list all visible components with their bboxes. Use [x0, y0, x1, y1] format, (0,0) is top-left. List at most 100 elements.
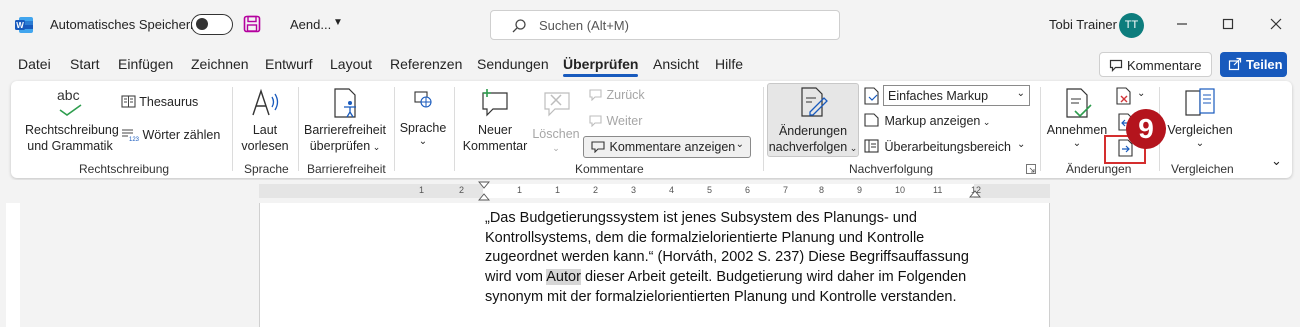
document-body[interactable]: „Das Budgetierungssystem ist jenes Subsy… — [485, 209, 985, 308]
indent-marker-icon[interactable] — [478, 181, 490, 201]
chevron-down-icon[interactable]: ⌄ — [1017, 139, 1025, 150]
document-line: Kontrollsystems, dem die formalzielorien… — [485, 229, 925, 246]
ruler-number: 7 — [783, 185, 789, 195]
document-line: synonym mit der formalzielorientierten P… — [485, 288, 957, 305]
chevron-down-icon: ⌄ — [1072, 138, 1082, 149]
user-name: Tobi Trainer — [1049, 17, 1117, 32]
comments-button-label: Kommentare — [1127, 58, 1202, 73]
share-icon — [1228, 57, 1242, 71]
previous-comment-label: Zurück — [606, 88, 645, 102]
compare-icon — [1185, 88, 1215, 116]
ruler-number: 4 — [669, 185, 675, 195]
chevron-down-icon[interactable]: ▼ — [333, 17, 343, 28]
tab-start[interactable]: Start — [70, 56, 100, 72]
chevron-down-icon: ⌄ — [735, 139, 744, 150]
compare-button[interactable]: Vergleichen ⌄ — [1163, 85, 1237, 157]
chevron-down-icon: ⌄ — [418, 136, 428, 147]
accessibility-check-button[interactable]: Barrierefreiheit überprüfen ⌄ — [303, 85, 387, 157]
document-name[interactable]: Aend... — [290, 17, 331, 32]
comment-icon — [1109, 59, 1123, 72]
show-comments-label: Kommentare anzeigen — [609, 140, 736, 154]
language-icon — [414, 91, 432, 108]
checkmark-icon — [59, 104, 82, 116]
save-icon[interactable] — [243, 15, 261, 33]
tab-hilfe[interactable]: Hilfe — [715, 56, 743, 72]
show-comments-button[interactable]: Kommentare anzeigen ⌄ — [583, 136, 751, 158]
minimize-icon[interactable] — [1170, 12, 1194, 36]
previous-comment-icon — [589, 89, 602, 102]
horizontal-ruler[interactable]: 1 2 1 1 2 3 4 5 6 7 8 9 10 11 12 — [259, 181, 1050, 201]
group-separator — [454, 87, 455, 171]
read-aloud-label-1: Laut — [252, 123, 278, 137]
chevron-down-icon: ⌄ — [1137, 88, 1146, 99]
track-changes-button[interactable]: Änderungen nachverfolgen ⌄ — [767, 83, 859, 157]
tab-einfuegen[interactable]: Einfügen — [118, 56, 173, 72]
right-indent-marker-icon[interactable] — [969, 186, 981, 198]
chevron-down-icon: ⌄ — [1195, 138, 1205, 149]
review-pane-button[interactable]: Überarbeitungsbereich — [863, 139, 1011, 154]
read-aloud-label-2: vorlesen — [241, 139, 289, 153]
ruler-number: 5 — [707, 185, 713, 195]
share-button[interactable]: Teilen — [1220, 52, 1287, 77]
selected-word[interactable]: Autor — [546, 269, 581, 286]
callout-badge: 9 — [1126, 109, 1166, 149]
search-box[interactable]: Suchen (Alt+M) — [490, 10, 840, 40]
ruler-number: 11 — [933, 185, 943, 195]
thesaurus-button[interactable]: Thesaurus — [121, 95, 198, 109]
tab-ansicht[interactable]: Ansicht — [653, 56, 699, 72]
vertical-ruler[interactable] — [6, 203, 20, 327]
group-separator — [763, 87, 764, 171]
new-comment-button[interactable]: Neuer Kommentar — [457, 85, 533, 157]
tab-sendungen[interactable]: Sendungen — [477, 56, 549, 72]
tab-referenzen[interactable]: Referenzen — [390, 56, 462, 72]
track-changes-label-1: Änderungen — [778, 124, 848, 138]
chevron-down-icon: ⌄ — [552, 143, 560, 153]
accessibility-icon — [334, 88, 356, 118]
tab-zeichnen[interactable]: Zeichnen — [191, 56, 249, 72]
next-comment-label: Weiter — [606, 114, 643, 128]
spelling-grammar-button[interactable]: abc Rechtschreibung und Grammatik — [19, 85, 119, 155]
search-placeholder: Suchen (Alt+M) — [539, 18, 629, 33]
group-separator — [232, 87, 233, 171]
dialog-launcher-icon[interactable] — [1026, 164, 1036, 174]
maximize-icon[interactable] — [1216, 12, 1240, 36]
spelling-label-2: und Grammatik — [27, 139, 113, 153]
tab-datei[interactable]: Datei — [18, 56, 51, 72]
comments-button[interactable]: Kommentare — [1099, 52, 1212, 77]
group-label-rechtschreibung: Rechtschreibung — [79, 162, 170, 176]
tab-entwurf[interactable]: Entwurf — [265, 56, 312, 72]
language-button[interactable]: Sprache ⌄ — [397, 85, 449, 157]
group-label-sprache: Sprache — [244, 162, 289, 176]
word-logo-icon: W — [15, 17, 33, 33]
accept-button[interactable]: Annehmen ⌄ — [1045, 85, 1109, 157]
ribbon: abc Rechtschreibung und Grammatik Thesau… — [11, 81, 1292, 178]
comment-icon — [591, 141, 605, 154]
autosave-toggle[interactable] — [191, 14, 233, 35]
next-comment-button[interactable]: Weiter — [587, 114, 642, 128]
avatar[interactable]: TT — [1119, 13, 1144, 38]
read-aloud-button[interactable]: Laut vorlesen — [237, 85, 293, 157]
markup-select[interactable]: Einfaches Markup ⌄ — [883, 85, 1030, 106]
thesaurus-label: Thesaurus — [139, 95, 199, 109]
accept-change-icon — [1066, 88, 1092, 118]
review-pane-icon — [864, 139, 879, 153]
close-icon[interactable] — [1264, 12, 1288, 36]
show-markup-icon — [864, 113, 879, 127]
title-bar: W Automatisches Speichern Aend... ▼ Such… — [0, 0, 1300, 50]
collapse-ribbon-icon[interactable]: ⌄ — [1271, 153, 1282, 169]
word-count-button[interactable]: 123 Wörter zählen — [121, 128, 220, 143]
tab-ueberpruefen[interactable]: Überprüfen — [563, 56, 639, 77]
document-page[interactable]: „Das Budgetierungssystem ist jenes Subsy… — [259, 203, 1050, 327]
svg-text:123: 123 — [129, 137, 139, 141]
reject-button[interactable]: ⌄ — [1115, 87, 1149, 105]
markup-select-value: Einfaches Markup — [888, 89, 989, 103]
group-separator — [298, 87, 299, 171]
markup-icon — [864, 87, 879, 105]
new-comment-label-2: Kommentar — [462, 139, 528, 153]
group-separator — [394, 87, 395, 171]
ruler-number: 1 — [517, 185, 523, 195]
delete-comment-button[interactable]: Löschen ⌄ — [531, 85, 581, 157]
tab-layout[interactable]: Layout — [330, 56, 372, 72]
show-markup-button[interactable]: Markup anzeigen ⌄ — [863, 113, 990, 128]
previous-comment-button[interactable]: Zurück — [587, 88, 645, 102]
